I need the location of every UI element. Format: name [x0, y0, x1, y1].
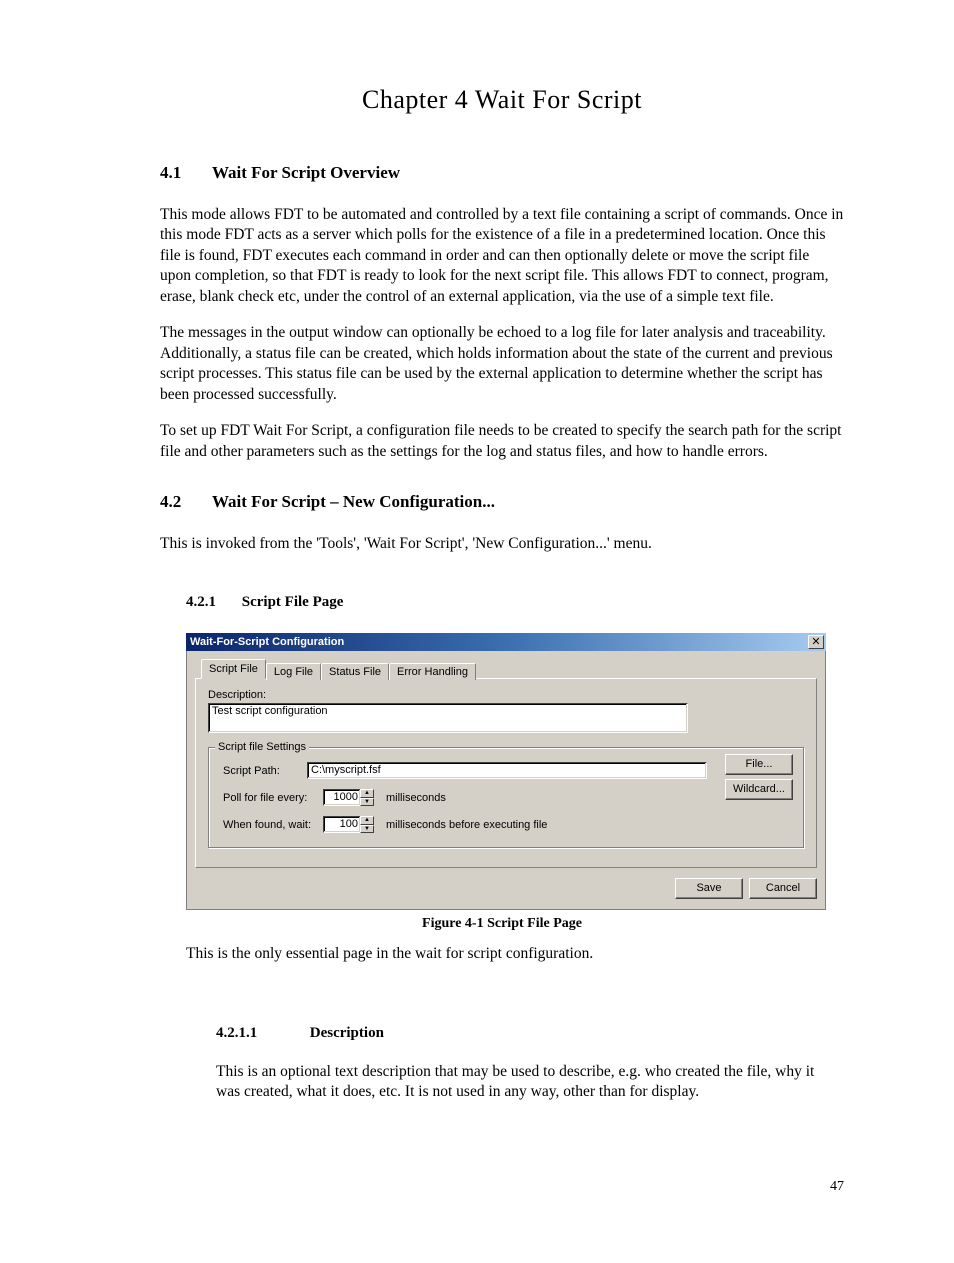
wait-interval-input[interactable]: 100 — [323, 816, 361, 833]
script-file-settings-group: Script file Settings File... Wildcard...… — [208, 747, 804, 848]
section-title: Wait For Script – New Configuration... — [212, 492, 495, 511]
tabstrip: Script File Log File Status File Error H… — [201, 659, 817, 679]
spin-down-icon[interactable]: ▼ — [360, 825, 374, 834]
spin-down-icon[interactable]: ▼ — [360, 798, 374, 807]
description-label: Description: — [208, 689, 804, 701]
dialog-title: Wait-For-Script Configuration — [190, 636, 808, 648]
paragraph: The messages in the output window can op… — [160, 323, 844, 405]
wait-suffix: milliseconds before executing file — [386, 819, 547, 831]
save-button[interactable]: Save — [675, 878, 743, 899]
tab-panel-script-file: Description: Test script configuration S… — [195, 678, 817, 868]
paragraph: This is an optional text description tha… — [216, 1062, 834, 1103]
subsubsection-number: 4.2.1.1 — [216, 1025, 306, 1042]
wildcard-button[interactable]: Wildcard... — [725, 779, 793, 800]
groupbox-legend: Script file Settings — [215, 741, 309, 753]
section-4.1-heading: 4.1 Wait For Script Overview — [160, 163, 844, 183]
spin-up-icon[interactable]: ▲ — [360, 789, 374, 798]
subsection-number: 4.2.1 — [186, 594, 238, 611]
paragraph: This mode allows FDT to be automated and… — [160, 205, 844, 307]
section-number: 4.1 — [160, 163, 208, 183]
close-icon[interactable]: ✕ — [808, 635, 824, 649]
chapter-title: Chapter 4 Wait For Script — [160, 85, 844, 115]
subsubsection-title: Description — [310, 1025, 384, 1041]
wait-spinner[interactable]: ▲ ▼ — [360, 816, 374, 833]
paragraph: To set up FDT Wait For Script, a configu… — [160, 421, 844, 462]
tab-status-file[interactable]: Status File — [321, 663, 389, 680]
poll-suffix: milliseconds — [386, 792, 446, 804]
tab-error-handling[interactable]: Error Handling — [389, 663, 476, 680]
tab-script-file[interactable]: Script File — [201, 659, 266, 679]
script-path-input[interactable]: C:\myscript.fsf — [307, 762, 707, 779]
description-input[interactable]: Test script configuration — [208, 703, 688, 733]
section-4.2-heading: 4.2 Wait For Script – New Configuration.… — [160, 492, 844, 512]
poll-spinner[interactable]: ▲ ▼ — [360, 789, 374, 806]
paragraph: This is invoked from the 'Tools', 'Wait … — [160, 534, 844, 554]
subsection-4.2.1-heading: 4.2.1 Script File Page — [186, 594, 844, 611]
file-button[interactable]: File... — [725, 754, 793, 775]
subsubsection-4.2.1.1-heading: 4.2.1.1 Description — [216, 1025, 844, 1042]
spin-up-icon[interactable]: ▲ — [360, 816, 374, 825]
figure-caption: Figure 4-1 Script File Page — [160, 916, 844, 932]
section-title: Wait For Script Overview — [212, 163, 400, 182]
wait-label: When found, wait: — [223, 819, 323, 831]
poll-interval-input[interactable]: 1000 — [323, 789, 361, 806]
dialog-screenshot: Wait-For-Script Configuration ✕ Script F… — [186, 633, 826, 910]
subsection-title: Script File Page — [242, 594, 344, 610]
script-path-label: Script Path: — [223, 765, 307, 777]
tab-log-file[interactable]: Log File — [266, 663, 321, 680]
paragraph: This is the only essential page in the w… — [186, 944, 844, 964]
page-number: 47 — [830, 1179, 844, 1195]
section-number: 4.2 — [160, 492, 208, 512]
dialog-body: Script File Log File Status File Error H… — [186, 651, 826, 910]
dialog-titlebar: Wait-For-Script Configuration ✕ — [186, 633, 826, 651]
cancel-button[interactable]: Cancel — [749, 878, 817, 899]
poll-label: Poll for file every: — [223, 792, 323, 804]
